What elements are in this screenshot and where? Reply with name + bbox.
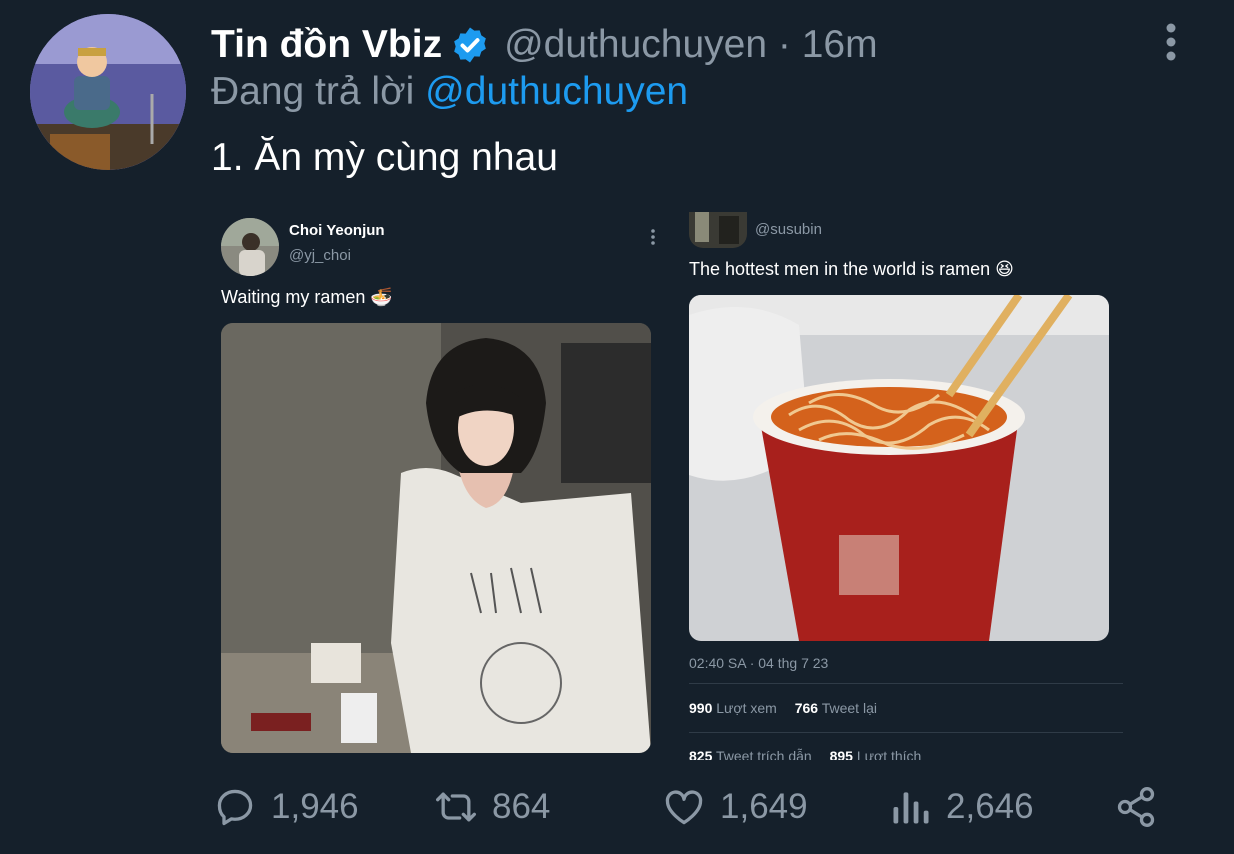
retweet-button[interactable]: 864 — [434, 782, 550, 832]
like-button[interactable]: 1,649 — [662, 782, 808, 832]
embed-left-avatar — [221, 218, 279, 276]
embed-left-name: Choi Yeonjun — [289, 222, 385, 239]
divider — [689, 732, 1123, 733]
tweet-header: Tin đồn Vbiz @duthuchuyen · 16m — [211, 20, 878, 70]
retweet-icon — [436, 792, 476, 822]
divider — [689, 683, 1123, 684]
verified-badge-icon — [454, 27, 486, 63]
share-icon — [1117, 787, 1155, 827]
likes-label: Lượt thích — [856, 748, 922, 760]
embed-right-stats-row2: 825 Tweet trích dẫn 895 Lượt thích — [689, 748, 935, 760]
reply-count: 1,946 — [271, 787, 359, 826]
views-label: Lượt xem — [716, 700, 777, 716]
reply-mention-link[interactable]: @duthuchuyen — [425, 70, 688, 113]
retweets-label: Tweet lại — [821, 700, 877, 716]
embed-right-handle: @susubin — [755, 221, 822, 238]
embed-right-photo — [689, 295, 1109, 641]
display-name[interactable]: Tin đồn Vbiz — [211, 23, 442, 67]
embed-left-text: Waiting my ramen 🍜 — [221, 287, 393, 307]
analytics-icon — [893, 792, 929, 824]
embed-right-timestamp: 02:40 SA · 04 thg 7 23 — [689, 655, 829, 671]
profile-avatar[interactable] — [30, 14, 186, 170]
embed-left-more-icon — [651, 229, 655, 245]
embed-right-text: The hottest men in the world is ramen 😆 — [689, 259, 1014, 279]
views-count-action: 2,646 — [946, 787, 1034, 826]
handle-and-time[interactable]: @duthuchuyen · 16m — [504, 23, 877, 67]
retweet-count: 864 — [492, 787, 551, 826]
reply-button[interactable]: 1,946 — [213, 782, 359, 832]
embedded-image-left[interactable]: Choi Yeonjun @yj_choi Waiting my ramen 🍜 — [221, 212, 661, 760]
share-button[interactable] — [1114, 782, 1158, 832]
heart-icon — [665, 790, 703, 825]
embedded-image-right[interactable]: @susubin The hottest men in the world is… — [689, 212, 1129, 760]
quotes-count: 825 — [689, 748, 713, 760]
tweet-text: 1. Ăn mỳ cùng nhau — [211, 136, 558, 179]
embed-left-handle: @yj_choi — [289, 247, 351, 264]
views-button[interactable]: 2,646 — [888, 782, 1034, 832]
embed-left-photo — [221, 323, 651, 753]
reply-icon — [217, 789, 253, 826]
more-options-icon[interactable] — [1160, 22, 1182, 62]
quotes-label: Tweet trích dẫn — [716, 748, 812, 760]
reply-prefix: Đang trả lời — [211, 70, 415, 113]
retweets-count: 766 — [794, 700, 819, 716]
reply-context: Đang trả lời @duthuchuyen — [211, 70, 688, 114]
embed-right-avatar — [689, 212, 747, 248]
like-count: 1,649 — [720, 787, 808, 826]
likes-count: 895 — [829, 748, 853, 760]
embed-right-stats-row1: 990 Lượt xem 766 Tweet lại — [689, 700, 891, 716]
views-count: 990 — [689, 700, 713, 716]
